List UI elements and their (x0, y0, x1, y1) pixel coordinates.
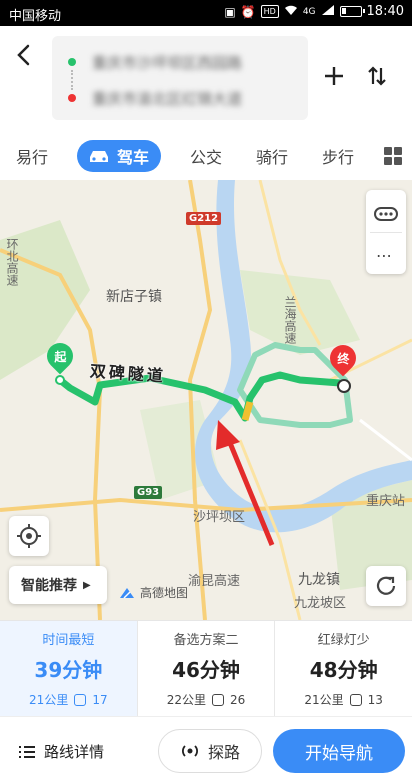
map-label-xindianzi: 新店子镇 (106, 289, 162, 305)
map-label-yukun: 渝昆高速 (188, 574, 241, 589)
clock: 18:40 (366, 4, 404, 19)
list-icon (19, 745, 35, 758)
tab-bike[interactable]: 骑行 (256, 144, 288, 168)
route-details-label: 路线详情 (44, 743, 105, 761)
amap-logo-text: 高德地图 (140, 586, 189, 600)
route-option-time: 48分钟 (309, 658, 378, 682)
route-option-distance: 22公里 (166, 693, 206, 707)
more-options-icon[interactable]: ⋯ (376, 246, 392, 265)
end-dot-icon (68, 94, 76, 102)
plus-icon[interactable] (322, 64, 346, 88)
bottom-bar: 路线详情 探路 开始导航 (0, 716, 412, 783)
road-shield-g212: G212 (186, 212, 222, 225)
hd-icon: HD (260, 5, 279, 18)
traffic-light-icon (349, 693, 362, 706)
route-option-lights: 17 (92, 692, 108, 707)
route-option-tag: 备选方案二 (173, 633, 239, 648)
start-navigation-button[interactable]: 开始导航 (273, 729, 405, 773)
locate-icon[interactable] (9, 516, 49, 556)
battery-icon (339, 6, 365, 17)
route-option-lights: 13 (367, 692, 383, 707)
status-icons: ▣ ⏰ HD 4G 18:40 (224, 4, 404, 19)
end-location-field[interactable]: 重庆市渝北区红锦大道 (92, 88, 292, 109)
status-bar: 中国移动 ▣ ⏰ HD 4G 18:40 (0, 0, 412, 26)
route-option-meta: 21公里 13 (275, 691, 412, 708)
map-base (0, 180, 412, 620)
start-dot-icon (68, 58, 76, 66)
route-option-1[interactable]: 时间最短 39分钟 21公里 17 (0, 621, 137, 716)
map-label-jiulong: 九龙镇 (298, 572, 340, 588)
route-input-box: 重庆市沙坪坝区西园路 重庆市渝北区红锦大道 (52, 36, 308, 120)
swap-icon[interactable] (365, 64, 389, 88)
refresh-icon[interactable] (366, 566, 406, 606)
route-options: 时间最短 39分钟 21公里 17 备选方案二 46分钟 22公里 26 红绿灯… (0, 620, 412, 716)
map-label-shapingba: 沙坪坝区 (193, 510, 246, 525)
tab-yixing[interactable]: 易行 (16, 144, 48, 168)
route-details-button[interactable]: 路线详情 (18, 741, 104, 762)
smart-recommend-label: 智能推荐 (21, 578, 77, 594)
tab-walk[interactable]: 步行 (322, 144, 354, 168)
route-header: 重庆市沙坪坝区西园路 重庆市渝北区红锦大道 (0, 26, 412, 132)
map-side-controls: ⋯ (366, 190, 406, 274)
route-option-time: 46分钟 (172, 658, 240, 682)
road-shield-g93: G93 (134, 486, 163, 499)
image-icon: ▣ (224, 4, 236, 19)
signal-icon (321, 4, 335, 19)
explore-route-button[interactable]: 探路 (158, 729, 262, 773)
map-label-chongqing-station: 重庆站 (366, 494, 406, 509)
map-label-lanhai: 兰海高速 (283, 296, 297, 344)
traffic-light-icon (212, 693, 224, 706)
route-option-distance: 21公里 (304, 693, 344, 707)
smart-recommend-button[interactable]: 智能推荐 ▶ (9, 566, 107, 604)
wifi-icon (284, 4, 298, 19)
broadcast-icon (181, 745, 198, 757)
carrier-name: 中国移动 (9, 9, 62, 24)
map-label-huanbei: 环北高速 (5, 238, 19, 286)
back-arrow-icon[interactable] (12, 42, 38, 68)
end-pin-label: 终 (336, 351, 350, 366)
tab-drive-label: 驾车 (117, 148, 150, 167)
route-connector (71, 70, 73, 90)
route-option-tag: 红绿灯少 (317, 633, 370, 648)
tab-drive[interactable]: 驾车 (77, 140, 162, 172)
travel-mode-tabs: 易行 驾车 公交 骑行 步行 (0, 132, 412, 180)
route-option-lights: 26 (230, 692, 246, 707)
network-type: 4G (302, 6, 316, 17)
more-modes-icon[interactable] (384, 147, 402, 165)
traffic-light-icon (74, 693, 87, 706)
amap-logo-icon (120, 587, 134, 599)
route-option-time: 39分钟 (34, 658, 103, 682)
alarm-icon: ⏰ (240, 4, 256, 19)
route-option-2[interactable]: 备选方案二 46分钟 22公里 26 (136, 621, 275, 716)
route-option-3[interactable]: 红绿灯少 48分钟 21公里 13 (274, 621, 412, 716)
explore-route-label: 探路 (207, 743, 240, 762)
start-location-field[interactable]: 重庆市沙坪坝区西园路 (92, 52, 292, 73)
route-option-meta: 21公里 17 (0, 691, 137, 708)
map-view[interactable]: 环北高速 新店子镇 兰海高速 沙坪坝区 重庆站 渝昆高速 九龙镇 九龙坡区 G2… (0, 180, 412, 620)
route-option-meta: 22公里 26 (138, 691, 275, 708)
start-pin-label: 起 (53, 349, 67, 364)
traffic-toggle-icon[interactable] (374, 206, 398, 225)
car-icon (90, 151, 108, 162)
route-option-tag: 时间最短 (42, 633, 95, 648)
caret-right-icon: ▶ (83, 579, 91, 591)
amap-logo: 高德地图 (118, 584, 188, 601)
tab-bus[interactable]: 公交 (190, 144, 222, 168)
map-label-jiulongpo: 九龙坡区 (294, 596, 347, 611)
route-option-distance: 21公里 (29, 693, 69, 707)
